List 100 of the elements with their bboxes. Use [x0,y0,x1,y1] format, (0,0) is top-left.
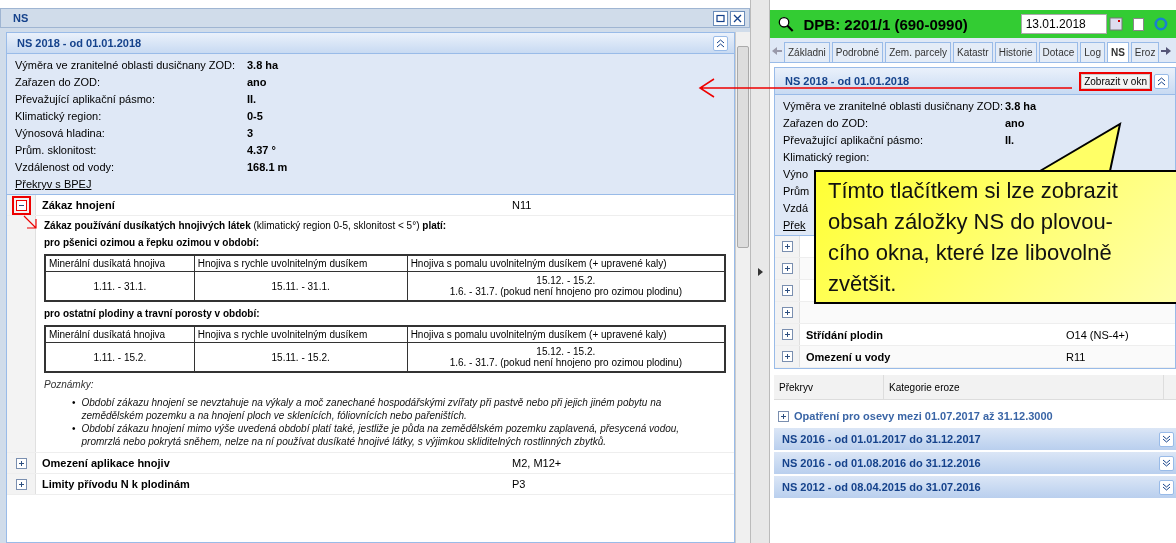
field-label: Vzdálenost od vody: [15,160,115,175]
refresh-icon [1154,16,1168,32]
panel-title: NS 2016 - od 01.08.2016 do 31.12.2016 [782,457,981,469]
rule-heading: Zákaz používání dusíkatých hnojivých látek (klimatický region 0-5, sklonitost < 5°) platí: [44,220,448,231]
field-value: 3.8 ha [1005,99,1038,114]
show-in-window-button[interactable]: Zobrazit v okn [1081,73,1150,89]
column-header: Minerální dusíkatá hnojiva [45,255,195,272]
expand-button[interactable] [1159,479,1174,495]
field-value: ano [1005,116,1026,131]
field-label: Prům [783,184,810,199]
panel-title: NS 2018 - od 01.01.2018 [785,75,910,87]
close-button[interactable] [730,10,745,26]
note-text: Období zákazu hnojení se nevztahuje na výkaly a moč zanechané hospodářskými zvířaty při pastvě nebo při jejich jiném pobytu na zemědělském pozemku a na hnojení ploch ve sklenících, fóliovnících nebo pařeništích. [81,396,663,422]
field-label: Výměra ve zranitelné oblasti dusičnany ZOD: [783,99,1004,114]
double-chevron-up-icon [1157,76,1166,86]
plus-icon [780,412,787,420]
expand-toggle[interactable] [781,263,793,274]
double-chevron-down-icon [1162,482,1171,492]
tab[interactable]: Podrobné [831,42,884,62]
note-text: Období zákazu hnojení mimo výše uvedená období platí také, jestliže je půda na zemědělském pozemku zaplavená, přesycená vodou, promrzlá nebo pokrytá sněhem, nelze na ní používat dusíkaté hnojivé látky, s výjimkou skliditelných rostlinných zbytků. [81,422,681,448]
field-label: Vzdá [783,201,809,216]
field-value: 3.8 ha [247,58,280,73]
expand-toggle[interactable] [781,329,793,340]
notes-heading: Poznámky: [44,379,95,390]
field-label: Výnosová hladina: [15,126,105,141]
column-header: Minerální dusíkatá hnojiva [45,326,195,343]
field-value: 0-5 [247,109,264,124]
field-label: Prům. sklonitost: [15,143,97,158]
expand-toggle[interactable] [781,351,793,362]
tab[interactable]: Historie [994,42,1037,62]
field-value: ano [247,75,268,90]
window-title: NS [13,12,29,24]
field-value: 4.37 ° [247,143,277,158]
expand-toggle[interactable] [781,285,793,296]
expand-toggle[interactable] [15,478,27,490]
field-value: II. [247,92,258,107]
expand-toggle[interactable] [781,307,793,318]
overlap-link[interactable]: Přek [783,218,806,233]
bullet: • [72,422,76,436]
expand-button[interactable] [1159,431,1174,447]
caret-right-icon [757,267,763,276]
expand-toggle[interactable] [15,457,27,469]
column-header: Hnojiva s rychle uvolnitelným dusíkem [194,255,408,272]
field-value: 3 [247,126,255,141]
rule-name: Omezení aplikace hnojiv [41,457,171,469]
bullet: • [72,396,76,410]
measure-title: Opatření pro osevy mezi 01.07.2017 až 31.12.3000 [794,410,1053,422]
callout-note: Tímto tlačítkem si lze zobrazit obsah záložky NS do plovou- cího okna, které lze libovolně zvětšit. [814,170,1176,304]
panel-title: NS 2016 - od 01.01.2017 do 31.12.2017 [782,433,981,445]
field-label: Zařazen do ZOD: [783,116,868,131]
maximize-button[interactable] [713,10,728,26]
expand-toggle[interactable] [778,410,789,422]
tab[interactable]: Zem. parcely [885,42,951,62]
plus-icon [17,480,25,488]
tab[interactable]: Eroz [1130,42,1160,62]
plus-icon [783,331,791,338]
rule-name: Střídání plodin [805,328,884,341]
subtab[interactable]: Kategorie eroze [884,375,1164,399]
subtab[interactable]: Překryv [774,375,884,399]
rule-name: Omezení u vody [805,350,892,363]
scrollbar[interactable] [735,32,750,543]
expand-toggle[interactable] [781,241,793,252]
tab[interactable]: NS [1106,42,1129,62]
period-heading: pro ostatní plodiny a travní porosty v období: [44,308,261,319]
rule-code: M2, M12+ [512,457,562,469]
date-field[interactable]: 13.01.2018 [1020,14,1107,34]
field-label: Převažující aplikační pásmo: [15,92,155,107]
double-chevron-down-icon [1162,434,1171,444]
scroll-thumb[interactable] [737,46,749,248]
plus-icon [17,459,25,467]
rule-name: Limity přívodu N k plodinám [41,478,191,490]
plus-icon [783,265,791,272]
tab[interactable]: Log [1080,42,1105,62]
rule-name: Zákaz hnojení [41,199,116,211]
panel-title: NS 2012 - od 08.04.2015 do 31.07.2016 [782,481,981,493]
arrow-right-icon [1161,46,1172,56]
field-label: Zařazen do ZOD: [15,75,100,90]
rule-code: P3 [512,478,526,490]
maximize-icon [716,13,725,23]
field-label: Klimatický region: [15,109,102,124]
double-chevron-up-icon [716,38,725,48]
collapse-button[interactable] [713,35,728,51]
overlap-link[interactable]: Překryv s BPEJ [15,177,92,192]
collapse-button[interactable] [1154,73,1169,89]
expand-button[interactable] [1159,455,1174,471]
checkbox[interactable] [1132,17,1145,31]
pointer-arrow [23,215,37,229]
period-heading: pro pšenici ozimou a řepku ozimou v období: [44,237,260,248]
tab[interactable]: Dotace [1038,42,1079,62]
tab[interactable]: Základni [784,42,830,62]
close-icon [733,13,742,23]
rule-code: R11 [1066,350,1086,363]
arrow-left-icon [772,46,782,56]
scroll-right-button[interactable] [1161,46,1172,56]
field-label: Výměra ve zranitelné oblasti dusičnany ZOD: [15,58,236,73]
double-chevron-down-icon [1162,458,1171,468]
field-label: Klimatický region: [783,150,870,165]
field-label: Převažující aplikační pásmo: [783,133,923,148]
search-icon [778,15,794,33]
tab[interactable]: Katastr [953,42,993,62]
